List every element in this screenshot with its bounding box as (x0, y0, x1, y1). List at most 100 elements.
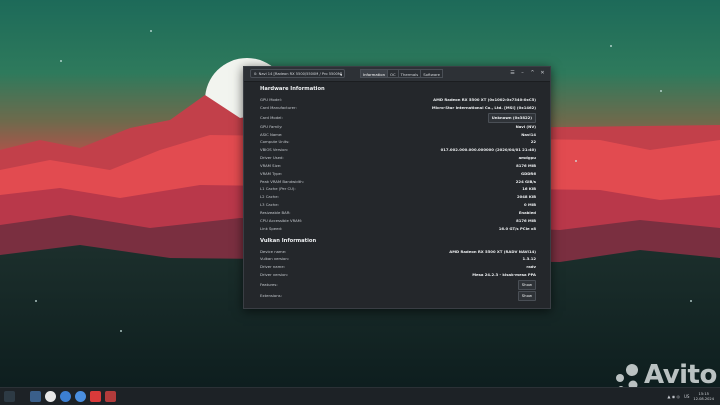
info-row: Link Speed: 16.0 GT/s PCIe x8 (260, 225, 536, 233)
taskbar: ▲ ◉ ◎ US 15:15 12.08.2024 (0, 387, 720, 405)
info-row: Peak VRAM Bandwidth: 224 GiB/s (260, 178, 536, 186)
extensions-row: Extensions: Show (260, 290, 536, 301)
info-value: 224 GiB/s (515, 178, 536, 184)
info-value: Micro-Star International Co., Ltd. [MSI]… (431, 104, 536, 110)
info-value: Enabled (518, 209, 536, 215)
steam-icon[interactable] (60, 391, 71, 402)
gpu-info-window: 0: Navi 14 [Radeon RX 5500/5500M / Pro 5… (243, 66, 551, 309)
info-value: 16.0 GT/s PCIe x8 (498, 225, 536, 231)
close-icon[interactable]: ✕ (539, 69, 546, 78)
extensions-show-button[interactable]: Show (517, 290, 536, 301)
star (120, 330, 122, 332)
info-label: VBIOS Version: (260, 147, 289, 153)
info-value: 1.3.12 (522, 256, 536, 262)
minimize-icon[interactable]: – (519, 69, 526, 78)
tab-thermals[interactable]: Thermals (397, 69, 422, 78)
info-label: Resizeable BAR: (260, 209, 291, 215)
info-value: 2048 KiB (516, 194, 536, 200)
info-row: Device name: AMD Radeon RX 5500 XT (RADV … (260, 248, 536, 256)
tab-bar: Information OC Thermals Software (360, 69, 443, 78)
info-value: GDDR6 (521, 170, 536, 176)
info-label: Driver name: (260, 264, 285, 270)
gpu-select-value: 0: Navi 14 [Radeon RX 5500/5500M / Pro 5… (254, 72, 343, 76)
info-row: Vulkan version: 1.3.12 (260, 255, 536, 263)
info-row: Driver name: radv (260, 263, 536, 271)
star (610, 45, 612, 47)
features-label: Features: (260, 281, 278, 287)
clock[interactable]: 15:15 12.08.2024 (693, 392, 714, 402)
extensions-label: Extensions: (260, 292, 282, 298)
vulkan-section-title: Vulkan Information (260, 237, 317, 244)
info-row: L3 Cache: 0 MiB (260, 201, 536, 209)
info-label: Driver Used: (260, 155, 284, 161)
info-label: GPU Family: (260, 123, 283, 129)
menu-icon[interactable]: ☰ (509, 69, 516, 78)
star (660, 90, 662, 92)
info-label: Compute Units: (260, 139, 290, 145)
star (150, 30, 152, 32)
avito-logo-text: Avito (644, 360, 717, 390)
star (690, 300, 692, 302)
info-row: L2 Cache: 2048 KiB (260, 193, 536, 201)
info-label: Vulkan version: (260, 256, 290, 262)
info-row: VRAM Size: 8176 MiB (260, 162, 536, 170)
clock-date: 12.08.2024 (693, 396, 714, 401)
info-row: ASIC Name: Navi14 (260, 131, 536, 139)
info-label: VRAM Size: (260, 162, 282, 168)
tab-information[interactable]: Information (360, 69, 388, 78)
info-value: 16 KiB (522, 186, 536, 192)
info-value: 017.002.000.000.000000 (2020/04/01 21:40… (440, 147, 536, 153)
info-label: GPU Model: (260, 97, 282, 102)
info-value: Navi (NV) (515, 123, 536, 129)
info-row: GPU Family: Navi (NV) (260, 123, 536, 131)
info-label: VRAM Type: (260, 170, 283, 176)
app-icon[interactable] (105, 391, 116, 402)
vulkan-info-list: Device name: AMD Radeon RX 5500 XT (RADV … (260, 248, 536, 279)
info-row: GPU Model: AMD Radeon RX 5500 XT (0x1002:… (260, 96, 536, 104)
info-value: 22 (530, 139, 536, 145)
maximize-icon[interactable]: ^ (529, 69, 536, 78)
tray-icons[interactable]: ▲ ◉ ◎ (667, 394, 680, 399)
star (575, 160, 577, 162)
info-row: Driver version: Mesa 24.2.3 - kisak-mesa … (260, 271, 536, 279)
star (35, 300, 37, 302)
app-launcher-icon[interactable] (4, 391, 15, 402)
info-row: Card Model: Unknown (0x3822) (260, 112, 536, 123)
features-show-button[interactable]: Show (517, 279, 536, 290)
features-row: Features: Show (260, 279, 536, 290)
window-titlebar[interactable]: 0: Navi 14 [Radeon RX 5500/5500M / Pro 5… (244, 67, 550, 82)
window-icon[interactable] (30, 391, 41, 402)
info-label: Device name: (260, 248, 287, 254)
info-value: 8176 MiB (516, 162, 536, 168)
hardware-section-title: Hardware Information (260, 86, 325, 92)
info-label: ASIC Name: (260, 131, 283, 137)
info-label: L2 Cache: (260, 194, 279, 200)
files-icon[interactable] (75, 391, 86, 402)
system-tray: ▲ ◉ ◎ US 15:15 12.08.2024 (667, 390, 714, 403)
gpu-select-dropdown[interactable]: 0: Navi 14 [Radeon RX 5500/5500M / Pro 5… (250, 69, 345, 78)
chevron-down-icon: ▾ (339, 72, 342, 77)
window-controls: ☰ – ^ ✕ (509, 69, 546, 78)
info-label: Card Manufacturer: (260, 104, 297, 110)
info-label: Peak VRAM Bandwidth: (260, 178, 304, 184)
yandex-browser-icon[interactable] (45, 391, 56, 402)
info-label: L3 Cache: (260, 202, 279, 208)
info-label: Link Speed: (260, 225, 283, 231)
info-content: Hardware Information GPU Model: AMD Radeo… (260, 85, 536, 301)
info-row: Card Manufacturer: Micro-Star Internation… (260, 104, 536, 112)
info-row: VBIOS Version: 017.002.000.000.000000 (20… (260, 146, 536, 154)
info-row: VRAM Type: GDDR6 (260, 170, 536, 178)
tab-software[interactable]: Software (420, 69, 443, 78)
info-row: CPU Accessible VRAM: 8176 MiB (260, 217, 536, 225)
info-value: AMD Radeon RX 5500 XT (RADV NAVI14) (449, 248, 536, 254)
keyboard-layout[interactable]: US (684, 394, 689, 399)
info-value: AMD Radeon RX 5500 XT (0x1002:0x7340:0xC… (433, 97, 536, 102)
info-value: amdgpu (518, 155, 536, 161)
info-value: 0 MiB (524, 202, 536, 208)
info-row: Compute Units: 22 (260, 138, 536, 146)
youtube-icon[interactable] (90, 391, 101, 402)
hardware-info-list: GPU Model: AMD Radeon RX 5500 XT (0x1002:… (260, 96, 536, 233)
star (60, 60, 62, 62)
info-value: Unknown (0x3822) (487, 112, 536, 123)
info-label: CPU Accessible VRAM: (260, 217, 303, 223)
